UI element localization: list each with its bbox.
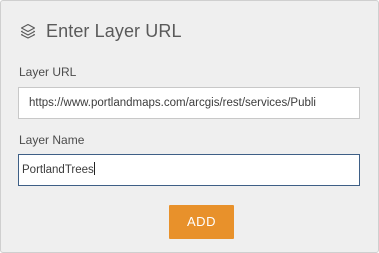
add-button[interactable]: ADD [169, 205, 234, 239]
layer-name-value: PortlandTrees [22, 164, 94, 176]
layer-name-label: Layer Name [19, 133, 85, 147]
layer-url-value: https://www.portlandmaps.com/arcgis/rest… [29, 97, 316, 109]
dialog-header: Enter Layer URL [20, 19, 182, 43]
layer-url-input[interactable]: https://www.portlandmaps.com/arcgis/rest… [18, 87, 360, 119]
layer-url-label: Layer URL [19, 65, 77, 79]
layer-name-input[interactable]: PortlandTrees [18, 154, 360, 186]
text-cursor [93, 162, 95, 176]
dialog-title: Enter Layer URL [46, 20, 182, 41]
layers-icon [20, 23, 36, 39]
add-layer-panel: Enter Layer URL Layer URL https://www.po… [0, 0, 379, 253]
